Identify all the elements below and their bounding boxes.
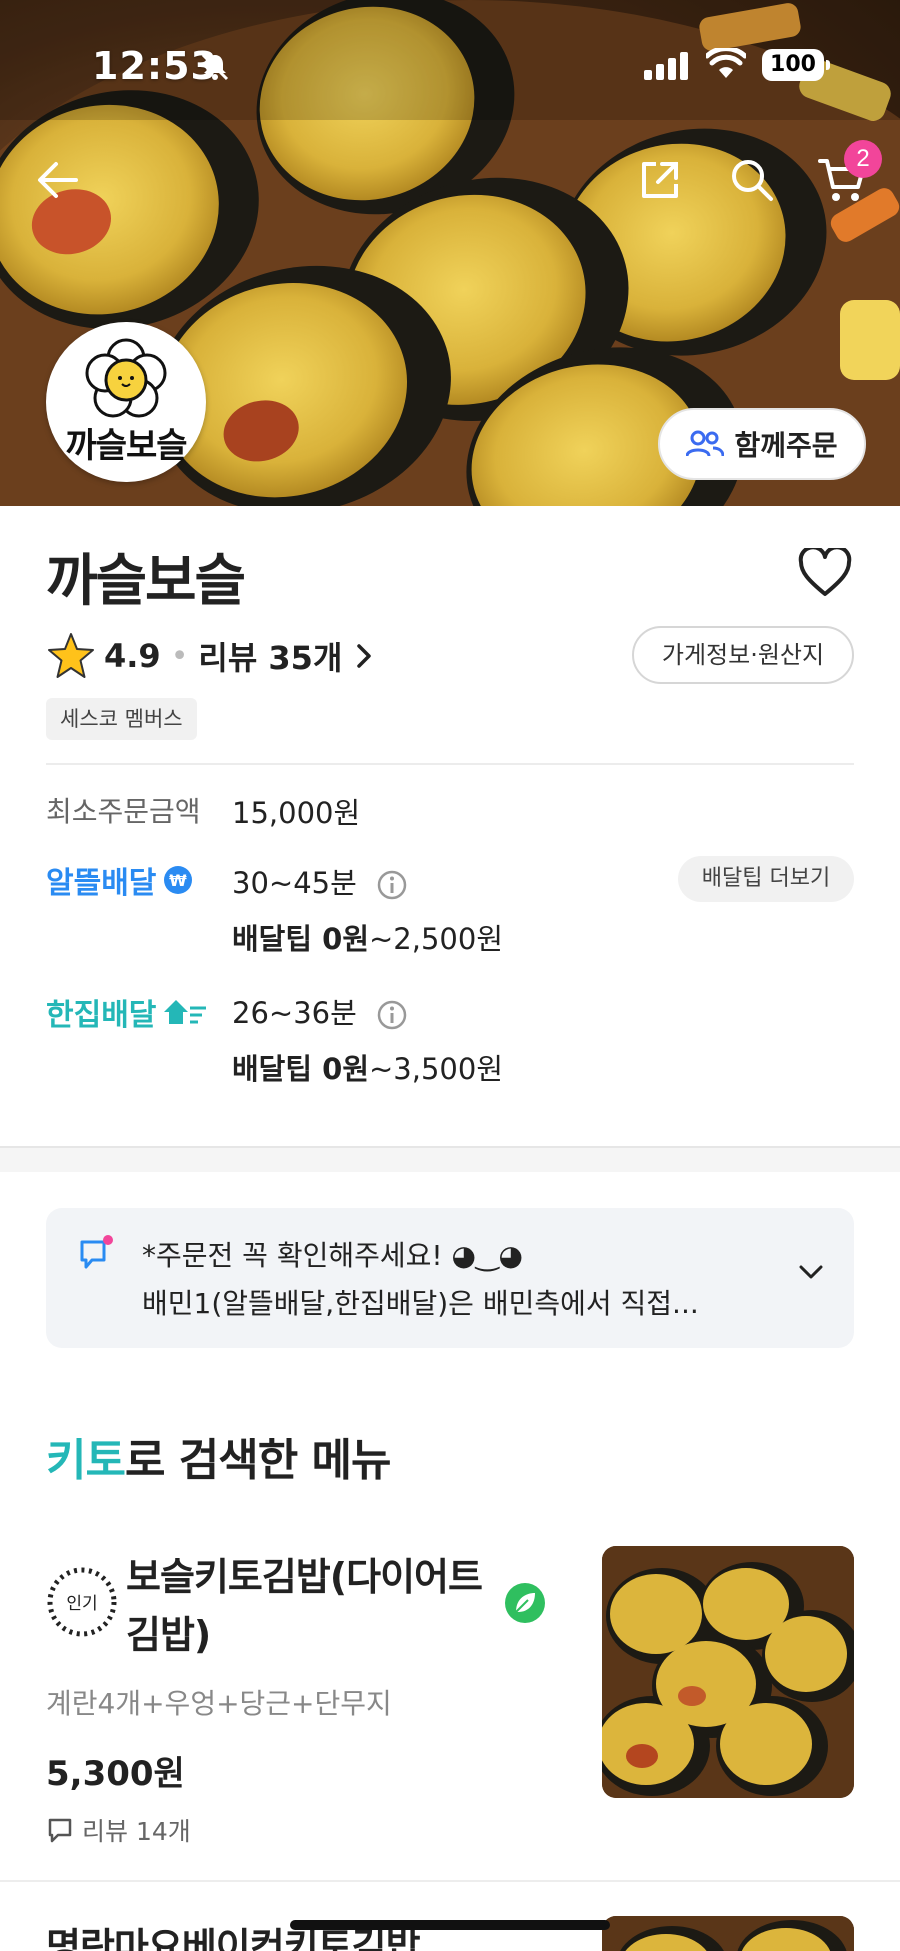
group-users-icon [686,430,725,457]
menu-item-description: 계란4개+우엉+당근+단무지 [46,1687,392,1720]
won-coin-icon: ₩ [164,866,193,894]
rating-value: 4.9 [104,637,161,675]
back-button[interactable] [28,150,88,210]
saver-delivery-label: 알뜰배달 [46,866,157,901]
menu-item-image[interactable] [602,1546,854,1798]
leaf-healthy-icon [505,1583,545,1623]
star-icon [48,633,94,678]
arrow-left-icon [38,162,78,198]
menu-item-image[interactable] [602,1916,854,1951]
notice-title: *주문전 꼭 확인해주세요! ◕‿◕ [142,1239,523,1272]
menu-section-title: 키토로 검색한 메뉴 [46,1424,391,1488]
store-info-button[interactable]: 가게정보·원산지 [632,626,854,684]
chevron-down-icon[interactable] [798,1264,824,1280]
section-title-rest: 로 검색한 메뉴 [124,1435,392,1486]
store-logo-text: 까슬보슬 [65,426,187,466]
store-hero-image: 12:53 100 2 까슬보슬 함께주문 [0,0,900,506]
chevron-right-icon [357,644,372,668]
single-delivery-time: 26~36분 [232,990,408,1032]
kimbap-thumbnail [602,1916,854,1951]
store-title: 까슬보슬 [46,549,246,614]
share-button[interactable] [630,150,690,210]
divider [46,763,854,765]
saver-tip-range: ~2,500원 [369,922,503,956]
delivery-tip-more-button[interactable]: 배달팁 더보기 [678,856,854,902]
svg-text:₩: ₩ [170,871,188,890]
menu-item-review-count: 리뷰 14개 [82,1817,191,1846]
wifi-icon [706,48,746,78]
separator-dot: • [170,638,189,674]
info-icon[interactable] [376,999,408,1031]
together-order-label: 함께주문 [734,429,838,462]
single-tip-range: ~3,500원 [369,1052,503,1086]
single-delivery-brand: 한집배달 [46,990,208,1034]
status-bar: 12:53 100 [0,0,900,130]
single-delivery-tip: 배달팁 0원~3,500원 [232,1046,503,1088]
cesco-member-tag: 세스코 멤버스 [46,698,197,740]
saver-delivery-time-text: 30~45분 [232,866,357,900]
cart-count-badge: 2 [844,140,882,178]
kimbap-thumbnail [602,1546,854,1798]
single-delivery-time-text: 26~36분 [232,996,357,1030]
home-speed-icon [164,1000,207,1024]
search-button[interactable] [722,150,782,210]
review-count-link[interactable]: 리뷰 35개 [198,633,342,679]
min-order-label: 최소주문금액 [46,795,201,828]
saver-delivery-tip: 배달팁 0원~2,500원 [232,916,503,958]
together-order-button[interactable]: 함께주문 [658,408,866,480]
min-order-value: 15,000원 [232,796,361,830]
single-delivery-label: 한집배달 [46,998,157,1033]
saver-delivery-time: 30~45분 [232,860,408,902]
battery-indicator: 100 [762,49,830,81]
section-separator [0,1146,900,1172]
cellular-signal-icon [644,52,688,80]
saver-tip-bold: 배달팁 0원 [232,922,369,956]
menu-item-price: 5,300원 [46,1754,185,1794]
rating-row[interactable]: 4.9 • 리뷰 35개 [46,628,372,684]
share-icon [642,162,678,198]
favorite-heart-icon[interactable] [798,548,852,598]
notice-body: 배민1(알뜰배달,한집배달)은 배민측에서 직접... [142,1287,699,1320]
menu-item-name[interactable]: 보슬키토김밥(다이어트 김밥) [126,1548,506,1664]
comment-icon [48,1818,72,1843]
popular-badge-label: 인기 [66,1594,98,1614]
home-indicator[interactable] [290,1920,610,1930]
bell-muted-icon [201,53,229,81]
saver-delivery-brand: 알뜰배달 ₩ [46,858,194,902]
store-logo: 까슬보슬 [46,322,206,482]
menu-item-reviews: 리뷰 14개 [46,1812,191,1848]
section-title-highlight: 키토 [46,1435,126,1486]
popular-badge: 인기 [46,1566,118,1638]
notice-speech-icon [80,1235,113,1269]
menu-divider [0,1880,900,1882]
search-icon [732,160,773,201]
single-tip-bold: 배달팁 0원 [232,1052,369,1086]
store-notice[interactable]: *주문전 꼭 확인해주세요! ◕‿◕ 배민1(알뜰배달,한집배달)은 배민측에서… [46,1208,854,1348]
info-icon[interactable] [376,869,408,901]
